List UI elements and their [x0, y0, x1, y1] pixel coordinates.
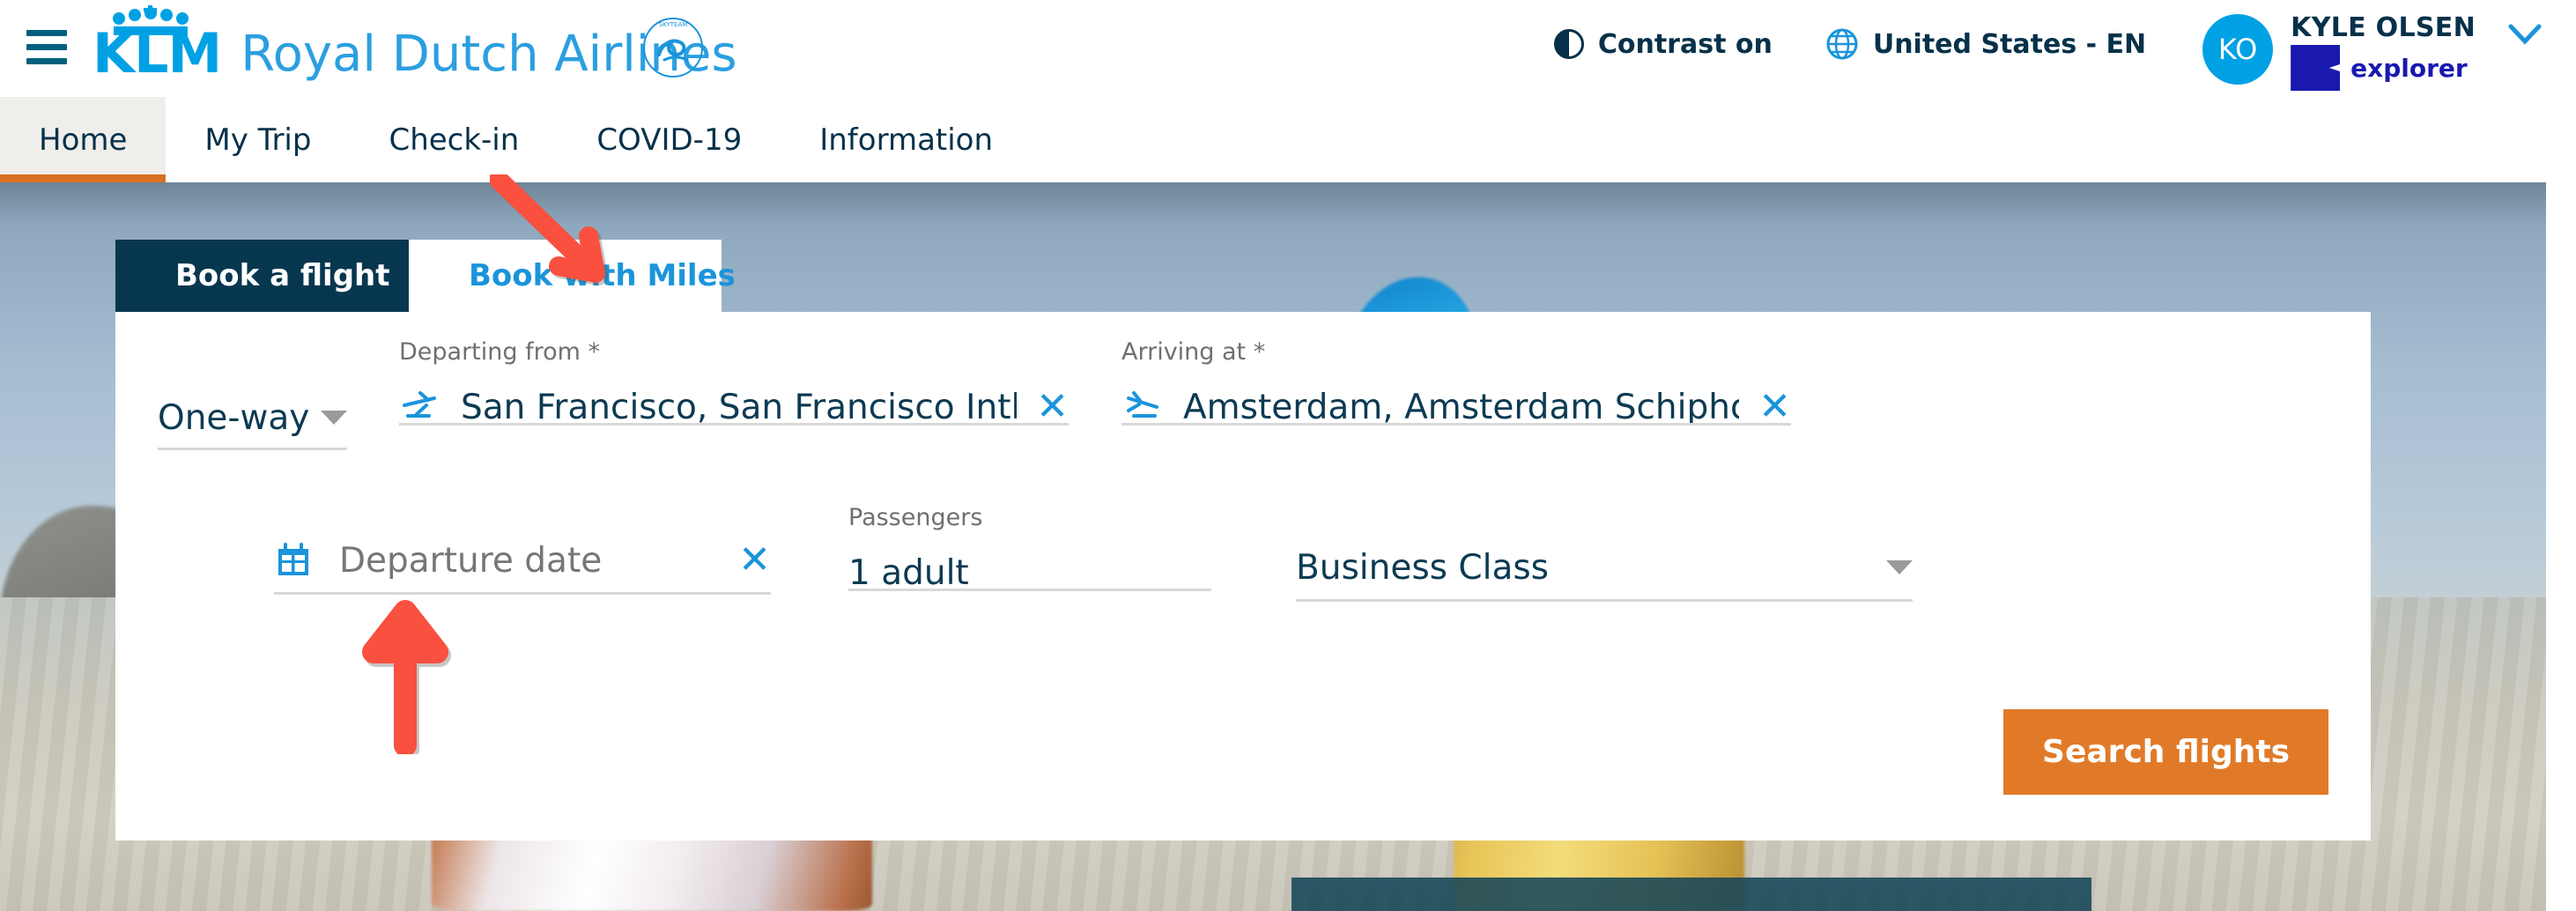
nav-item-home[interactable]: Home [0, 97, 167, 182]
chevron-down-icon[interactable] [321, 411, 347, 425]
tab-book-with-miles[interactable]: M Book with Miles [409, 240, 736, 312]
contrast-toggle[interactable]: Contrast on [1553, 19, 1773, 69]
takeoff-plane-icon [403, 391, 436, 418]
field-underline [274, 592, 771, 595]
chevron-down-icon[interactable] [2507, 23, 2543, 46]
departing-from-value: San Francisco, San Francisco Intl. [461, 387, 1018, 427]
field-underline [1296, 599, 1913, 602]
nav-item-label: Information [819, 122, 994, 158]
field-underline [848, 589, 1211, 591]
main-navigation: Home My Trip Check-in COVID-19 Informati… [0, 97, 2576, 182]
avatar: KO [2202, 14, 2274, 85]
arriving-at-value: Amsterdam, Amsterdam Schiphol Airp [1183, 387, 1739, 427]
clear-departing-icon[interactable]: ✕ [1036, 388, 1069, 426]
arriving-at-label: Arriving at * [1121, 338, 1266, 366]
locale-selector[interactable]: United States - EN [1825, 19, 2146, 69]
field-underline [1121, 423, 1791, 426]
svg-text:SKYTEAM: SKYTEAM [659, 21, 688, 28]
trip-type-value: One-way [158, 397, 310, 438]
klm-wordmark: KLM [93, 21, 222, 85]
header-utility-nav: Contrast on United States - EN KO KYLE O… [1553, 9, 2543, 106]
departing-from-field[interactable]: Departing from * San Francisco, San Fran… [399, 338, 1069, 436]
nav-item-information[interactable]: Information [781, 97, 1032, 182]
chevron-down-icon[interactable] [1886, 560, 1913, 574]
departure-date-input[interactable]: Departure date [339, 541, 712, 581]
user-tier-label: explorer [2350, 53, 2468, 83]
search-flights-button[interactable]: Search flights [2003, 709, 2328, 795]
user-name: KYLE OLSEN [2291, 12, 2476, 43]
locale-label: United States - EN [1872, 28, 2147, 60]
arriving-at-field[interactable]: Arriving at * Amsterdam, Amsterdam Schip… [1121, 338, 1791, 436]
calendar-icon [278, 543, 308, 575]
passengers-field[interactable]: Passengers 1 adult [848, 504, 1211, 602]
tab-label: Book with Miles [469, 258, 736, 293]
cabin-class-select[interactable]: Business Class [1296, 543, 1913, 602]
departing-from-label: Departing from * [399, 338, 601, 366]
clear-departure-date-icon[interactable]: ✕ [738, 541, 771, 580]
nav-item-label: COVID-19 [596, 122, 743, 158]
site-header: KLM Royal Dutch Airlines SKYTEAM Contras… [0, 0, 2576, 182]
klm-logo[interactable]: KLM Royal Dutch Airlines [93, 5, 737, 81]
trip-type-select[interactable]: One-way [158, 393, 347, 450]
skyteam-logo[interactable]: SKYTEAM [641, 16, 705, 79]
tab-book-a-flight[interactable]: Book a flight [115, 240, 409, 312]
nav-item-covid-19[interactable]: COVID-19 [558, 97, 781, 182]
passengers-value: 1 adult [848, 552, 969, 593]
cabin-class-value: Business Class [1296, 547, 1549, 588]
passengers-label: Passengers [848, 504, 983, 531]
nav-item-label: Home [39, 122, 128, 158]
tab-label: Book a flight [175, 258, 390, 293]
landing-plane-icon [1127, 391, 1158, 418]
hero-promo-banner[interactable] [1292, 878, 2091, 911]
clear-arriving-icon[interactable]: ✕ [1758, 388, 1791, 426]
field-underline [158, 448, 347, 450]
booking-form: One-way Departing from * San Francisco, … [115, 312, 2371, 841]
user-account-menu[interactable]: KO KYLE OLSEN explorer [2202, 9, 2543, 91]
nav-item-my-trip[interactable]: My Trip [166, 97, 350, 182]
nav-item-check-in[interactable]: Check-in [350, 97, 558, 182]
hamburger-menu-icon[interactable] [19, 25, 74, 69]
departure-date-field[interactable]: Departure date ✕ [274, 532, 771, 595]
nav-item-label: Check-in [389, 122, 520, 158]
booking-widget-tabs: Book a flight M Book with Miles [115, 240, 2371, 312]
contrast-icon [1553, 29, 1584, 59]
globe-icon [1826, 28, 1858, 60]
flying-blue-badge-icon [2291, 45, 2341, 91]
field-underline [399, 423, 1069, 426]
contrast-label: Contrast on [1597, 28, 1773, 60]
nav-item-label: My Trip [204, 122, 312, 158]
booking-widget: Book a flight M Book with Miles One-way … [115, 240, 2371, 841]
